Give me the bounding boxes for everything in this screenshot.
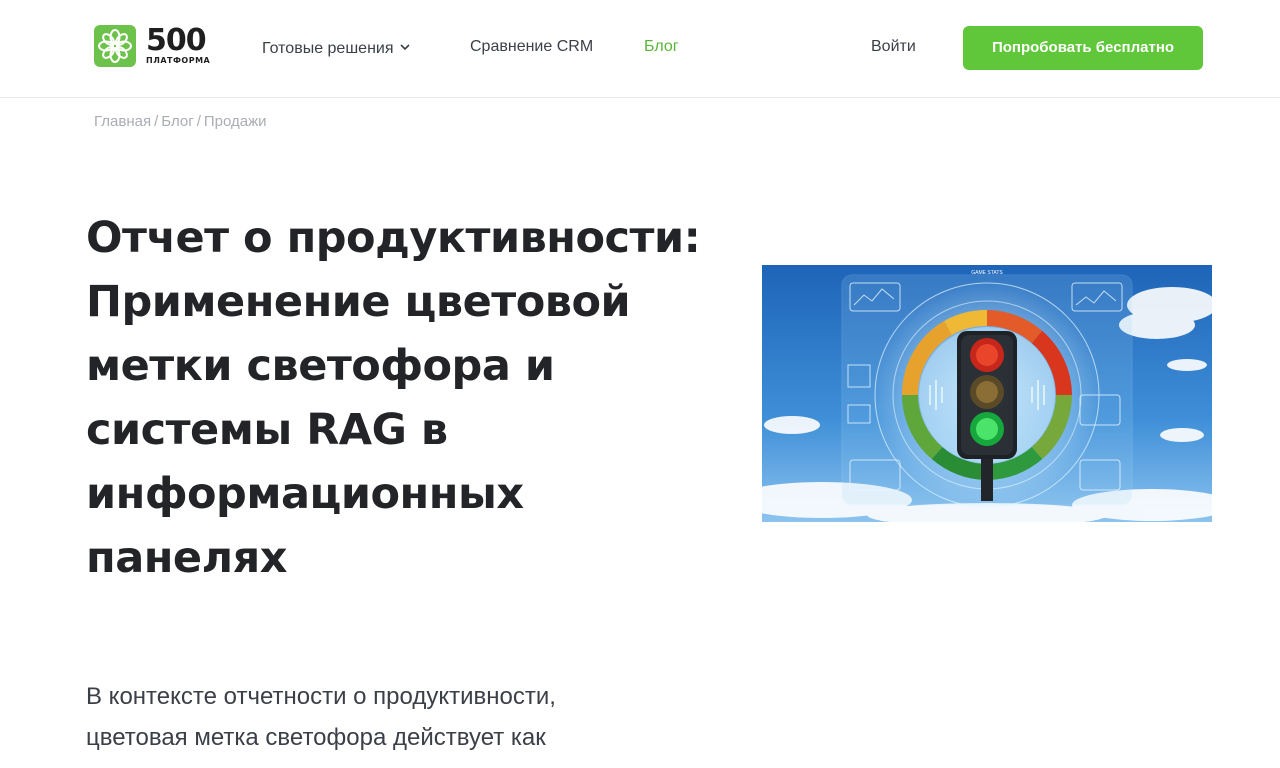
logo[interactable]: 500 ПЛАТФОРМА	[94, 23, 224, 69]
nav-ready-solutions-label: Готовые решения	[262, 40, 394, 57]
hero-illustration: GAME STATS	[762, 265, 1212, 522]
site-header: 500 ПЛАТФОРМА Готовые решения Сравнение …	[0, 0, 1280, 98]
breadcrumb-blog[interactable]: Блог	[161, 113, 193, 130]
try-free-button[interactable]: Попробовать бесплатно	[963, 26, 1203, 70]
chevron-down-icon	[399, 38, 410, 56]
login-link[interactable]: Войти	[871, 38, 916, 56]
breadcrumb-home[interactable]: Главная	[94, 113, 151, 130]
logo-number: 500	[146, 23, 207, 58]
nav-ready-solutions[interactable]: Готовые решения	[262, 38, 410, 58]
dashboard-label: GAME STATS	[971, 270, 1003, 276]
breadcrumb-separator: /	[154, 113, 159, 130]
nav-crm-comparison[interactable]: Сравнение CRM	[470, 38, 593, 56]
breadcrumb-sales[interactable]: Продажи	[204, 113, 267, 130]
logo-subtitle: ПЛАТФОРМА	[146, 56, 211, 65]
flower-logo-icon	[94, 25, 136, 67]
breadcrumb-separator: /	[196, 113, 201, 130]
article-lead: В контексте отчетности о продуктивности,…	[86, 683, 556, 751]
nav-blog[interactable]: Блог	[644, 38, 679, 56]
breadcrumb: Главная / Блог / Продажи	[94, 113, 267, 130]
article-title: Отчет о продуктивности: Применение цвето…	[86, 213, 701, 583]
